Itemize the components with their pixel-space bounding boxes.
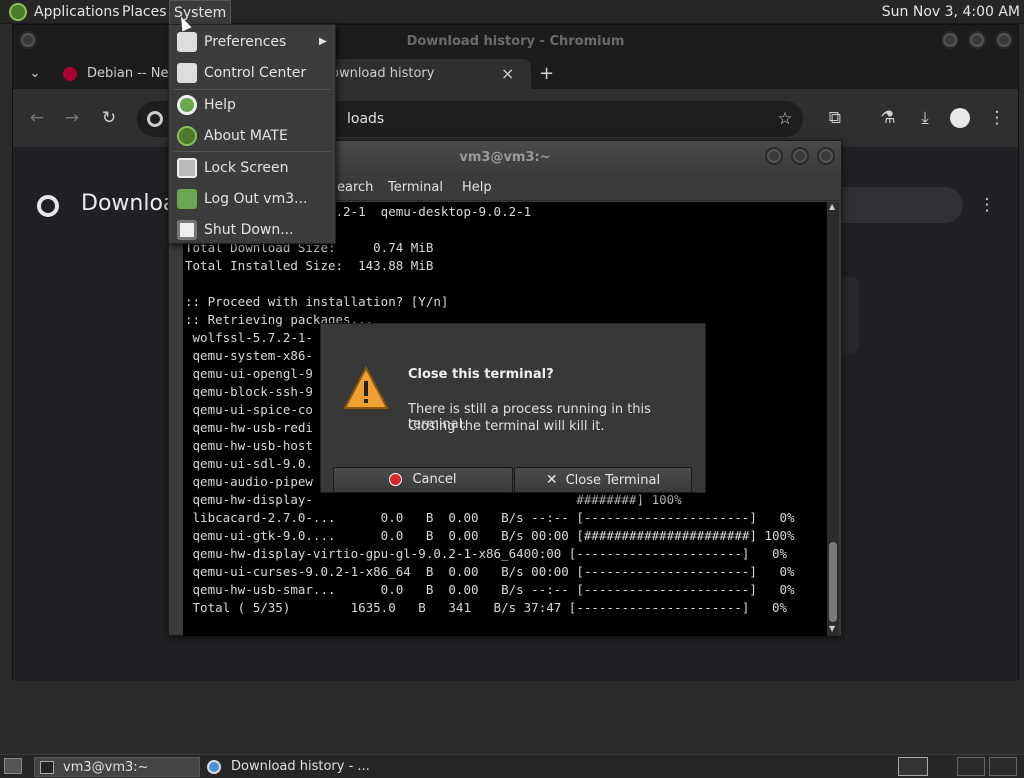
terminal-line: qemu-hw-display-virtio-gpu-gl-9.0.2-1-x8… [185,546,788,561]
applications-menu[interactable]: Applications [30,0,124,24]
control-center-icon [177,63,197,83]
lock-screen-icon [177,158,197,178]
chromium-app-icon [207,760,221,774]
chrome-logo-icon [37,195,59,217]
debian-favicon-icon [63,67,77,81]
terminal-app-icon [40,761,54,774]
menu-item-label: Lock Screen [204,160,289,176]
labs-flask-icon[interactable]: ⚗ [876,106,900,130]
menu-item-control-center[interactable]: Control Center [169,58,335,88]
cancel-button-label: Cancel [412,472,457,487]
shutdown-icon [177,220,197,240]
minimize-icon[interactable] [941,31,959,49]
terminal-maximize-icon[interactable] [791,147,809,165]
tab-strip: ⌄ Debian -- Netw ownload history × + [13,59,1018,89]
taskbar-chromium[interactable]: Download history - ... [204,757,370,777]
dialog-heading: Close this terminal? [408,367,554,382]
clock[interactable]: Sun Nov 3, 4:00 AM [882,0,1020,24]
submenu-arrow-icon: ▶ [319,36,327,47]
show-desktop-icon[interactable] [4,758,22,774]
cancel-button[interactable]: Cancel [333,467,513,493]
close-window-icon[interactable] [995,31,1013,49]
chromium-titlebar[interactable]: Download history - Chromium [13,25,1018,59]
warning-icon [343,366,389,409]
dialog-message-line2: Closing the terminal will kill it. [408,419,605,434]
tab-download-history[interactable]: ownload history × [323,59,531,89]
menu-item-label: Preferences [204,34,287,50]
terminal-scrollbar[interactable]: ▲ ▼ [827,202,839,636]
terminal-menu-help[interactable]: Help [462,175,492,201]
workspace-switcher-icon[interactable] [898,757,928,776]
scroll-down-icon[interactable]: ▼ [829,624,837,634]
terminal-line: qemu-ui-curses-9.0.2-1-x86_64 B 0.00 B/s… [185,564,795,579]
chrome-favicon-icon [147,111,163,127]
chromium-window-title: Download history - Chromium [406,34,625,49]
tab-download-history-label: ownload history [331,66,435,81]
menu-item-label: Log Out vm3... [204,191,308,207]
places-menu[interactable]: Places [118,0,171,24]
reload-icon[interactable]: ↻ [97,106,121,130]
terminal-minimize-icon[interactable] [765,147,783,165]
terminal-menu-search[interactable]: earch [337,175,373,201]
menu-item-label: Control Center [204,65,307,81]
back-arrow-icon[interactable]: ← [25,106,49,130]
downloads-search-box[interactable] [823,187,963,223]
taskbar-chromium-label: Download history - ... [231,759,370,774]
menu-item-label: Help [204,97,236,113]
menu-item-help[interactable]: Help [169,90,335,120]
close-terminal-button[interactable]: ✕ Close Terminal [514,467,692,493]
preferences-icon [177,32,197,52]
terminal-line: Total Installed Size: 143.88 MiB [185,258,434,273]
terminal-close-icon[interactable] [817,147,835,165]
downloads-page-title: Downloa [81,191,177,216]
maximize-icon[interactable] [968,31,986,49]
top-panel: Applications Places System Sun Nov 3, 4:… [0,0,1024,24]
help-icon [177,95,197,115]
menu-item-about-mate[interactable]: About MATE [169,121,335,151]
downloads-icon[interactable]: ⤓ [913,106,937,130]
menu-item-lock-screen[interactable]: Lock Screen [169,153,335,183]
bottom-panel: vm3@vm3:~ Download history - ... [0,754,1024,778]
terminal-line: qemu-hw-usb-smar... 0.0 B 0.00 B/s --:--… [185,582,795,597]
system-menu-dropdown: Preferences ▶ Control Center Help About … [168,24,336,244]
cancel-icon [389,473,403,486]
profile-avatar-icon[interactable] [950,108,970,128]
terminal-line: :: Proceed with installation? [Y/n] [185,294,449,309]
forward-arrow-icon[interactable]: → [60,106,84,130]
browser-toolbar: ← → ↻ loads ☆ ⧉ ⚗ ⤓ ⋮ [13,89,1018,147]
workspace-3[interactable] [989,757,1017,776]
terminal-line: Total ( 5/35) 1635.0 B 341 B/s 37:47 [--… [185,600,788,615]
taskbar-terminal[interactable]: vm3@vm3:~ [34,757,200,777]
bookmark-star-icon[interactable]: ☆ [773,107,797,131]
taskbar-terminal-label: vm3@vm3:~ [63,760,149,775]
menu-item-label: Shut Down... [204,222,294,238]
downloads-more-icon[interactable]: ⋮ [975,193,999,217]
logout-icon [177,189,197,209]
close-x-icon: ✕ [545,472,558,488]
close-terminal-button-label: Close Terminal [565,473,661,488]
new-tab-button[interactable]: + [539,59,554,89]
terminal-menu-terminal[interactable]: Terminal [388,175,443,201]
terminal-line: qemu-ui-gtk-9.0.... 0.0 B 0.00 B/s 00:00… [185,528,795,543]
terminal-line: libcacard-2.7.0-... 0.0 B 0.00 B/s --:--… [185,510,795,525]
menu-separator [173,151,331,152]
terminal-line: qemu-hw-display- ########] 100% [185,492,682,507]
mate-icon [177,126,197,146]
terminal-scroll-thumb[interactable] [829,542,837,622]
menu-item-preferences[interactable]: Preferences ▶ [169,27,335,57]
browser-menu-icon[interactable]: ⋮ [985,106,1009,130]
menu-item-label: About MATE [204,128,288,144]
extensions-icon[interactable]: ⧉ [823,106,847,130]
menu-item-log-out[interactable]: Log Out vm3... [169,184,335,214]
tab-close-icon[interactable]: × [501,59,514,89]
mate-logo-icon[interactable] [9,3,27,21]
tab-search-chevron-icon[interactable]: ⌄ [23,62,47,86]
workspace-2[interactable] [957,757,985,776]
menu-item-shut-down[interactable]: Shut Down... [169,215,335,245]
close-terminal-dialog: Close this terminal? There is still a pr… [320,323,706,493]
address-bar-text: loads [347,111,385,127]
scroll-up-icon[interactable]: ▲ [829,202,837,212]
